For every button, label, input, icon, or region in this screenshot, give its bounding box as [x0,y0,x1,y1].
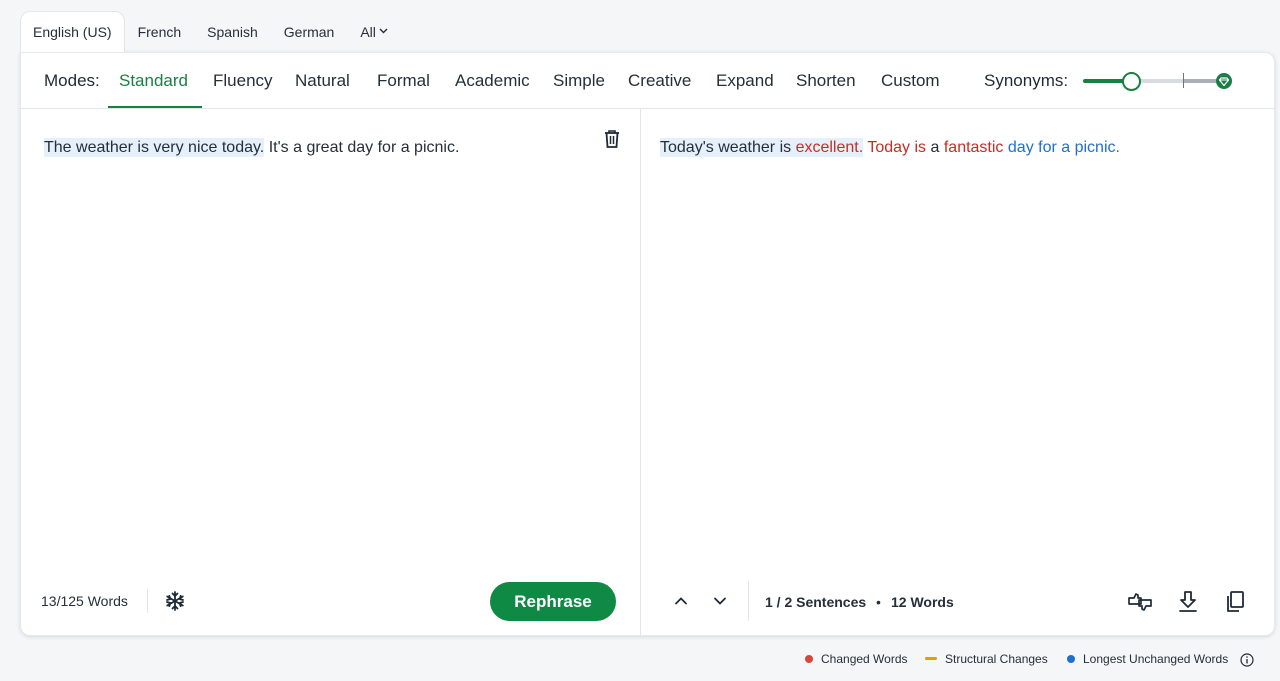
copy-icon[interactable] [1222,589,1248,615]
tab-german[interactable]: German [271,12,348,52]
mode-simple[interactable]: Simple [553,71,605,91]
legend-unchanged-words: Longest Unchanged Words [1067,652,1228,666]
modes-label: Modes: [44,71,100,90]
input-sentence-highlighted: The weather is very nice today. [44,138,265,157]
mode-custom[interactable]: Custom [881,71,940,91]
modes-bar: Modes: Standard Fluency Natural Formal A… [21,53,1274,109]
mode-academic[interactable]: Academic [455,71,530,91]
output-longest-unchanged: day for a picnic. [1007,139,1120,156]
tab-english-us[interactable]: English (US) [20,11,125,52]
output-plain-word: a [930,139,940,156]
mode-natural[interactable]: Natural [295,71,350,91]
footer-separator [147,589,148,613]
compare-icon[interactable] [1127,589,1153,615]
mode-shorten[interactable]: Shorten [796,71,856,91]
paraphraser-card: Modes: Standard Fluency Natural Formal A… [20,52,1275,636]
footer-separator [748,581,749,621]
pane-divider [640,109,641,636]
active-mode-underline [108,106,202,108]
tab-french[interactable]: French [125,12,195,52]
chevron-down-icon [379,26,388,37]
rephrase-button[interactable]: Rephrase [490,582,616,621]
output-unchanged-phrase: Today's weather is [660,139,792,156]
output-changed-word[interactable]: fantastic [944,139,1004,156]
tab-label: German [283,24,335,40]
trash-icon[interactable] [602,128,622,150]
tab-all-languages[interactable]: All [347,12,401,52]
language-tabs: English (US) French Spanish German All [20,11,401,52]
output-word-count: 12 Words [891,594,954,610]
tab-label: Spanish [207,24,258,40]
tab-label: English (US) [33,24,112,40]
legend-label: Changed Words [821,652,908,666]
legend-changed-words: Changed Words [805,652,908,666]
info-icon[interactable] [1240,653,1254,667]
legend-label: Structural Changes [945,652,1048,666]
legend-label: Longest Unchanged Words [1083,652,1229,666]
input-sentence: It's a great day for a picnic. [268,139,460,156]
tab-label: All [360,24,376,40]
output-changed-phrase[interactable]: Today is [867,139,926,156]
synonyms-label: Synonyms: [984,71,1069,90]
input-word-count: 13/125 Words [41,593,128,609]
synonyms-slider[interactable] [1083,70,1233,92]
mode-fluency[interactable]: Fluency [213,71,273,91]
bullet-separator: • [876,594,881,610]
chevron-down-icon[interactable] [711,592,729,610]
legend-structural-changes: Structural Changes [925,652,1048,666]
output-changed-word[interactable]: excellent. [796,139,864,156]
mode-expand[interactable]: Expand [716,71,774,91]
tab-spanish[interactable]: Spanish [194,12,271,52]
sentence-counter: 1 / 2 Sentences [765,594,867,610]
mode-creative[interactable]: Creative [628,71,691,91]
slider-thumb[interactable] [1122,72,1141,91]
download-icon[interactable] [1175,589,1201,615]
mode-standard[interactable]: Standard [119,71,188,91]
output-text: Today's weather is excellent. Today is a… [660,137,1120,159]
mode-formal[interactable]: Formal [377,71,430,91]
chevron-up-icon[interactable] [672,592,690,610]
snowflake-icon[interactable] [164,590,186,612]
tab-label: French [137,24,182,40]
input-text[interactable]: The weather is very nice today. It's a g… [44,137,459,159]
gem-icon [1216,73,1232,89]
slider-tick [1183,73,1184,88]
